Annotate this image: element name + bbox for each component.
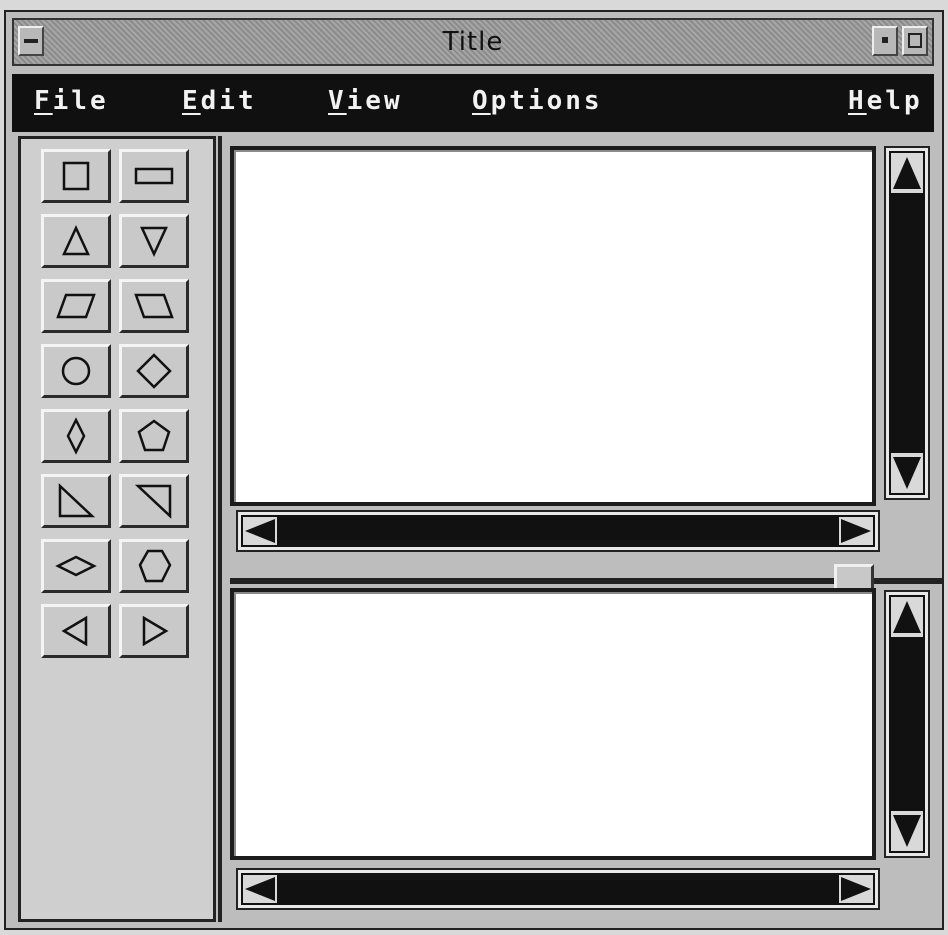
window-title: Title [442,27,504,57]
top-vertical-scrollbar[interactable] [884,146,930,500]
triangle-right-tool[interactable] [119,604,189,658]
right-triangle-flipped-tool[interactable] [119,474,189,528]
parallelogram-left-icon [134,293,174,319]
menu-bar: File Edit View Options Help [12,74,934,132]
shape-palette-grid [41,149,189,658]
triangle-up-icon [62,225,90,256]
shape-palette [18,136,216,922]
title-bar[interactable]: Title [12,18,934,66]
rectangle-tool[interactable] [119,149,189,203]
tall-diamond-icon [66,417,86,455]
pentagon-tool[interactable] [119,409,189,463]
hexagon-icon [138,549,172,583]
wide-diamond-icon [55,555,97,577]
menu-view[interactable]: View [328,86,403,116]
right-triangle-tool[interactable] [41,474,111,528]
hexagon-tool[interactable] [119,539,189,593]
triangle-right-icon [142,615,169,647]
diamond-tool[interactable] [119,344,189,398]
square-tool[interactable] [41,149,111,203]
top-drawing-pane[interactable] [230,146,876,506]
top-horizontal-scrollbar[interactable] [236,510,880,552]
rectangle-icon [134,167,174,185]
scroll-down-arrow-icon[interactable] [891,453,923,493]
scroll-up-arrow-icon[interactable] [891,597,923,637]
circle-tool[interactable] [41,344,111,398]
menu-help[interactable]: Help [848,86,923,116]
scroll-left-arrow-icon[interactable] [243,517,277,545]
triangle-down-tool[interactable] [119,214,189,268]
parallelogram-right-icon [56,293,96,319]
bottom-horizontal-scrollbar[interactable] [236,868,880,910]
scroll-right-arrow-icon[interactable] [839,875,873,903]
palette-divider [218,136,222,922]
parallelogram-left-tool[interactable] [119,279,189,333]
parallelogram-right-tool[interactable] [41,279,111,333]
bottom-drawing-pane[interactable] [230,588,876,860]
triangle-down-icon [140,226,168,257]
triangle-left-tool[interactable] [41,604,111,658]
application-window: Title File Edit View Options Help [4,10,944,930]
scroll-up-arrow-icon[interactable] [891,153,923,193]
maximize-button[interactable] [902,26,928,56]
scroll-left-arrow-icon[interactable] [243,875,277,903]
menu-edit[interactable]: Edit [182,86,257,116]
menu-file[interactable]: File [34,86,109,116]
right-triangle-icon [58,483,96,518]
minimize-button[interactable] [872,26,898,56]
wide-diamond-tool[interactable] [41,539,111,593]
menu-options[interactable]: Options [472,86,603,116]
circle-icon [61,356,91,386]
triangle-left-icon [61,615,88,647]
square-icon [62,161,90,191]
triangle-up-tool[interactable] [41,214,111,268]
pentagon-icon [137,419,171,452]
bottom-vertical-scrollbar[interactable] [884,590,930,858]
scroll-down-arrow-icon[interactable] [891,811,923,851]
scroll-right-arrow-icon[interactable] [839,517,873,545]
tall-diamond-tool[interactable] [41,409,111,463]
right-triangle-flipped-icon [134,484,172,519]
diamond-icon [136,353,172,389]
